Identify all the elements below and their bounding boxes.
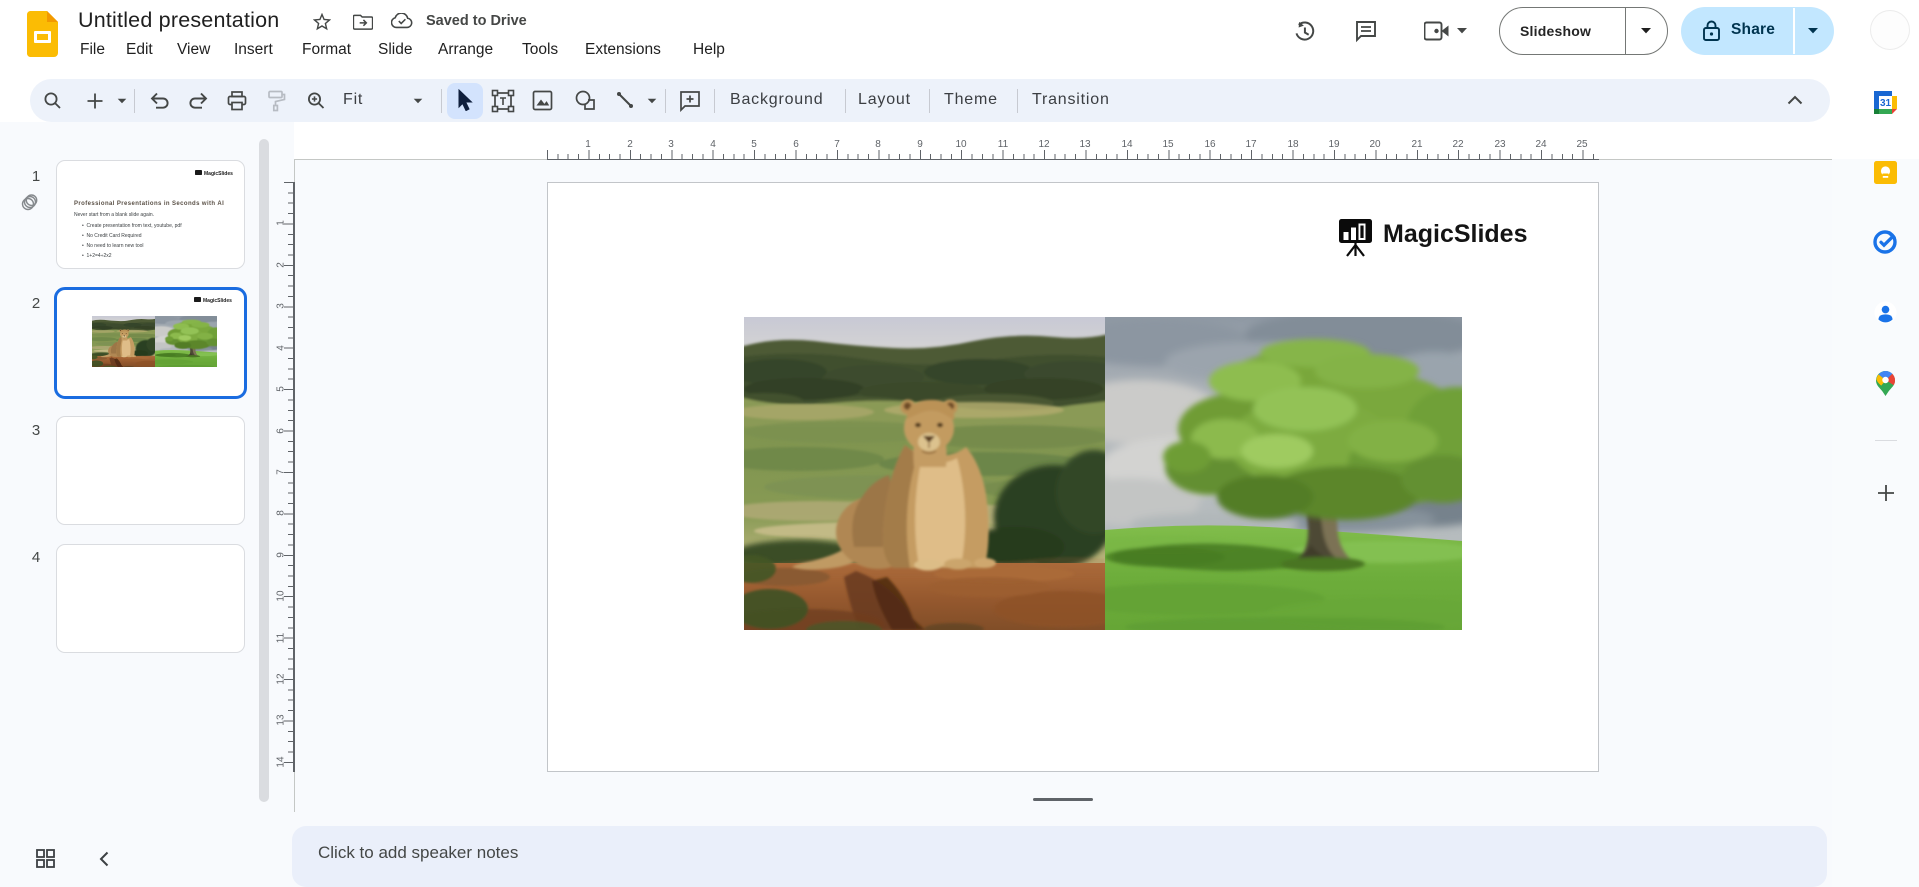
svg-text:MagicSlides: MagicSlides — [203, 298, 232, 304]
svg-text:31: 31 — [1880, 98, 1892, 109]
svg-text:MagicSlides: MagicSlides — [204, 171, 233, 177]
